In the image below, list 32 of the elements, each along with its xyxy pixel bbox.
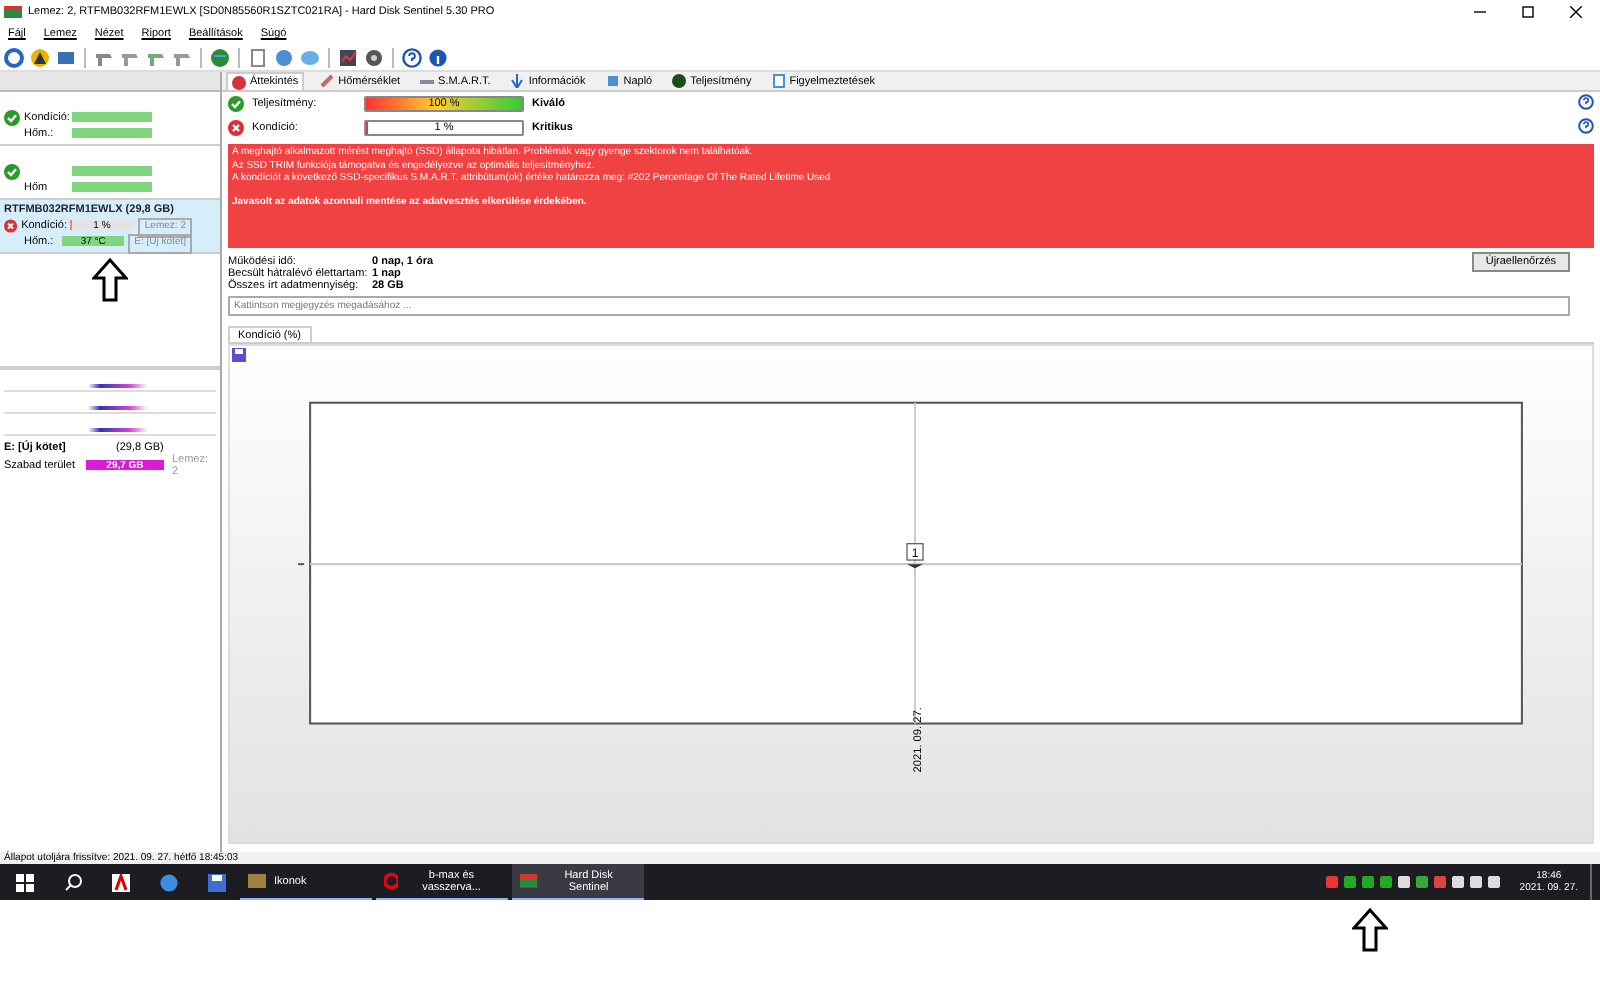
gear-icon[interactable] <box>364 47 384 67</box>
warning-icon[interactable] <box>30 47 50 67</box>
condition-bar <box>72 112 152 122</box>
temp-bar <box>72 128 152 138</box>
chart-icon[interactable] <box>338 47 358 67</box>
up-arrow-icon <box>1352 908 1388 952</box>
search-icon[interactable] <box>63 873 81 891</box>
minimize-icon[interactable] <box>1474 6 1486 18</box>
globe-icon[interactable] <box>210 47 230 67</box>
help-icon[interactable] <box>1578 94 1594 110</box>
windows-icon[interactable] <box>15 873 33 891</box>
document-icon[interactable] <box>248 47 268 67</box>
tick-mark <box>298 563 305 566</box>
info-icon[interactable] <box>428 47 448 67</box>
save-icon[interactable] <box>207 873 225 891</box>
folder-icon <box>248 872 266 890</box>
pdf-icon[interactable] <box>111 873 129 891</box>
temp-bar <box>72 182 152 192</box>
pen-icon <box>320 74 335 88</box>
maximize-icon[interactable] <box>1522 6 1534 18</box>
app-icon <box>4 4 22 20</box>
condition-bar <box>72 166 152 176</box>
app-icon <box>520 872 538 890</box>
help-icon[interactable] <box>1578 118 1594 134</box>
arrow-icon <box>510 74 525 88</box>
cross-icon <box>232 75 246 89</box>
help-icon[interactable] <box>402 47 422 67</box>
close-icon[interactable] <box>1570 6 1582 18</box>
refresh-icon[interactable] <box>4 47 24 67</box>
opera-icon <box>384 872 399 890</box>
save-icon[interactable] <box>232 348 246 362</box>
up-arrow-icon <box>92 258 128 302</box>
